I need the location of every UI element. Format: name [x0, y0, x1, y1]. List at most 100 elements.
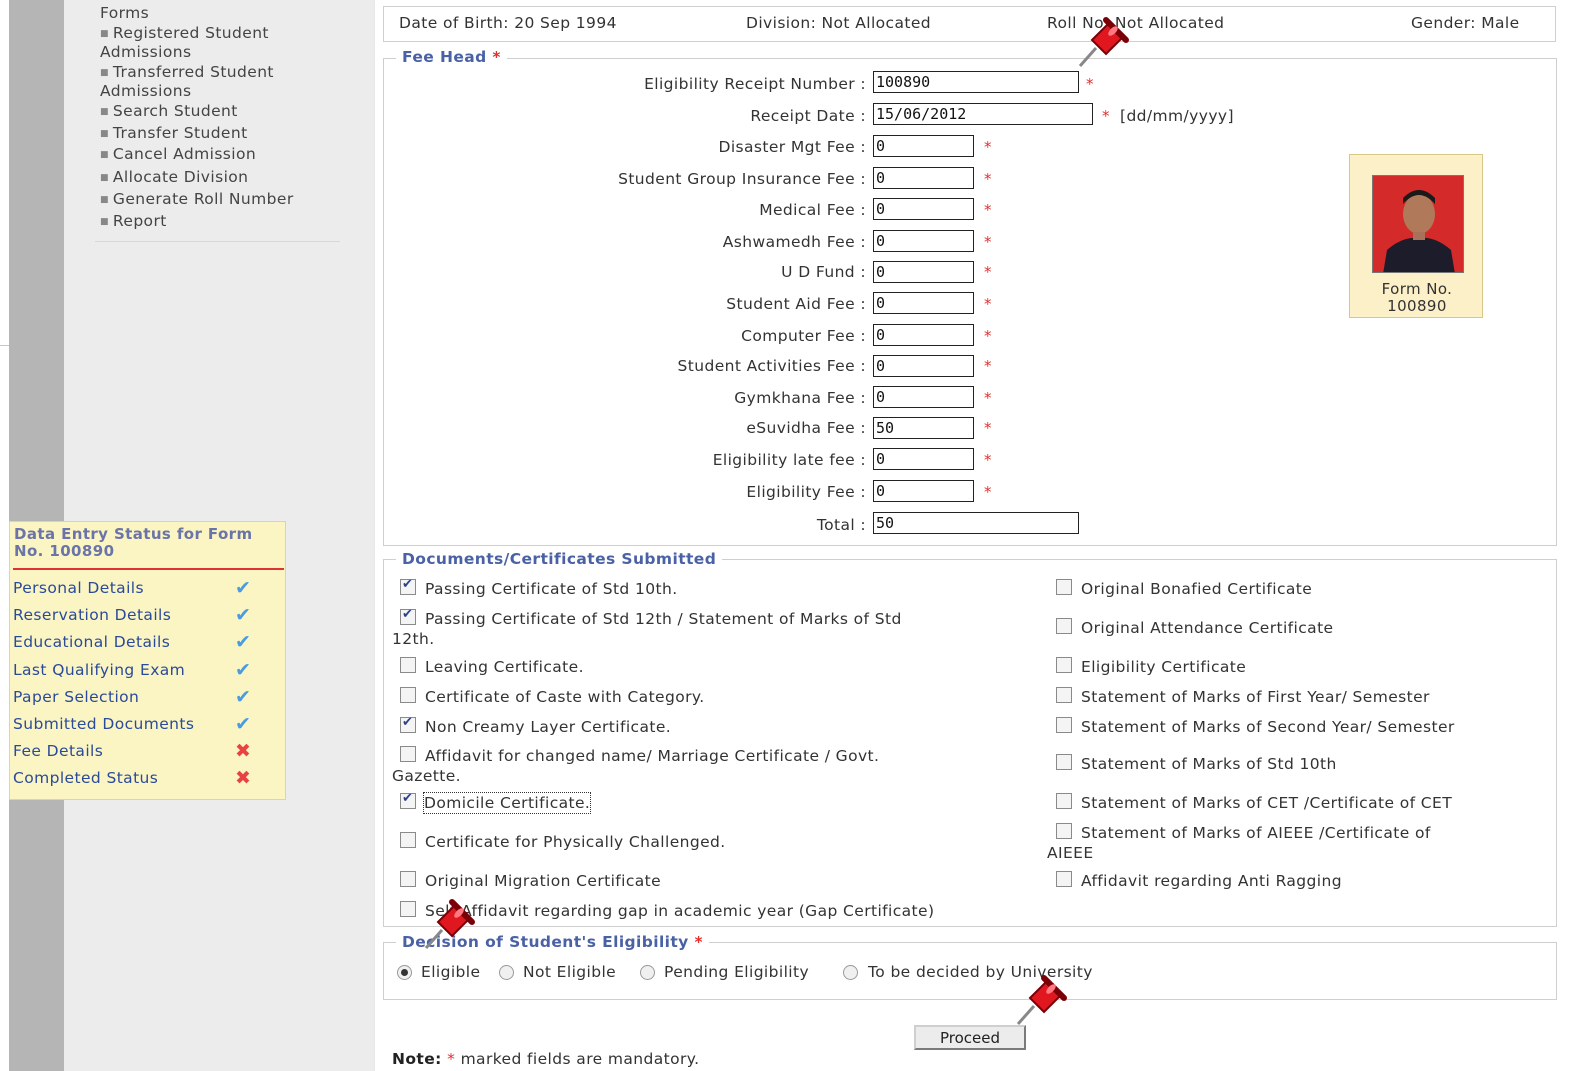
doc-label: Statement of Marks of Second Year/ Semes…	[1081, 718, 1455, 736]
sidebar-item-cancel-admission[interactable]: ■ Cancel Admission	[100, 145, 256, 165]
student-activities-fee-input[interactable]	[873, 355, 974, 377]
doc-checkbox-std10-marks[interactable]	[1056, 754, 1072, 770]
cross-icon: ✖	[235, 740, 252, 762]
sidebar-item-registered-student-admissions-line2[interactable]: Admissions	[100, 43, 191, 62]
student-info-bar: Date of Birth: 20 Sep 1994 Division: Not…	[383, 6, 1556, 42]
required-mark: *	[984, 327, 992, 345]
radio-pending-eligibility[interactable]	[640, 965, 655, 980]
doc-checkbox-leaving[interactable]	[400, 657, 416, 673]
photo-caption: Form No. 100890	[1381, 280, 1453, 315]
doc-checkbox-std12-passing[interactable]	[400, 607, 416, 625]
doc-checkbox-physically-challenged[interactable]	[400, 832, 416, 848]
doc-checkbox-gap-affidavit[interactable]	[400, 901, 416, 917]
ud-fund-input[interactable]	[873, 261, 974, 283]
doc-checkbox-migration[interactable]	[400, 871, 416, 887]
student-group-insurance-fee-input[interactable]	[873, 167, 974, 189]
status-panel-title: Data Entry Status for Form No. 100890	[14, 526, 253, 558]
doc-checkbox-aieee[interactable]	[1056, 823, 1072, 839]
doc-label: Passing Certificate of Std 12th / Statem…	[425, 610, 902, 628]
student-photo-card: Form No. 100890	[1349, 154, 1483, 318]
eligibility-fee-input[interactable]	[873, 480, 974, 502]
bullet-icon: ■	[100, 107, 109, 117]
doc-checkbox-cet[interactable]	[1056, 793, 1072, 809]
doc-checkbox-first-year-marks[interactable]	[1056, 687, 1072, 703]
doc-checkbox-eligibility[interactable]	[1056, 657, 1072, 673]
check-icon: ✔	[235, 686, 252, 708]
radio-eligible[interactable]	[397, 965, 412, 980]
doc-label: Certificate for Physically Challenged.	[425, 833, 726, 851]
radio-not-eligible[interactable]	[499, 965, 514, 980]
student-photo	[1372, 175, 1464, 273]
student-activities-fee-label: Student Activities Fee :	[677, 357, 866, 375]
doc-checkbox-second-year-marks[interactable]	[1056, 717, 1072, 733]
radio-label: Not Eligible	[523, 963, 617, 981]
status-row-personal-details[interactable]: Personal Details ✔	[13, 577, 283, 601]
required-mark: *	[1102, 107, 1110, 125]
doc-label: Original Bonafied Certificate	[1081, 580, 1313, 598]
doc-checkbox-bonafied[interactable]	[1056, 579, 1072, 595]
sidebar-item-registered-student-admissions[interactable]: ■ Registered Student	[100, 24, 269, 44]
bullet-icon: ■	[100, 150, 109, 160]
sidebar-item-allocate-division[interactable]: ■ Allocate Division	[100, 168, 248, 188]
date-format-hint: [dd/mm/yyyy]	[1120, 107, 1234, 125]
doc-label: Statement of Marks of CET /Certificate o…	[1081, 794, 1453, 812]
doc-checkbox-caste[interactable]	[400, 687, 416, 703]
pushpin-icon	[424, 899, 475, 949]
medical-fee-input[interactable]	[873, 198, 974, 220]
status-row-reservation-details[interactable]: Reservation Details ✔	[13, 604, 283, 628]
doc-label: Affidavit regarding Anti Ragging	[1081, 872, 1342, 890]
esuvidha-fee-label: eSuvidha Fee :	[746, 419, 866, 437]
doc-label: Leaving Certificate.	[425, 658, 584, 676]
sidebar-item-search-student[interactable]: ■ Search Student	[100, 102, 238, 122]
ashwamedh-fee-input[interactable]	[873, 230, 974, 252]
sidebar-item-transfer-student[interactable]: ■ Transfer Student	[100, 124, 248, 144]
gymkhana-fee-input[interactable]	[873, 386, 974, 408]
disaster-mgt-fee-input[interactable]	[873, 135, 974, 157]
doc-checkbox-domicile[interactable]	[400, 791, 416, 809]
total-input[interactable]	[873, 512, 1079, 534]
sidebar-item-transferred-student-admissions-line2[interactable]: Admissions	[100, 82, 191, 101]
sidebar-item-generate-roll-number[interactable]: ■ Generate Roll Number	[100, 190, 294, 210]
eligibility-receipt-number-input[interactable]	[873, 71, 1079, 93]
doc-label: Affidavit for changed name/ Marriage Cer…	[425, 747, 880, 765]
required-mark: *	[984, 263, 992, 281]
check-icon: ✔	[235, 631, 252, 653]
doc-label: Statement of Marks of First Year/ Semest…	[1081, 688, 1430, 706]
status-panel-divider	[13, 568, 284, 570]
proceed-button[interactable]: Proceed	[914, 1025, 1026, 1050]
doc-checkbox-anti-ragging[interactable]	[1056, 871, 1072, 887]
check-icon: ✔	[235, 604, 252, 626]
doc-checkbox-std10-passing[interactable]	[400, 577, 416, 595]
doc-checkbox-attendance[interactable]	[1056, 618, 1072, 634]
student-aid-fee-input[interactable]	[873, 292, 974, 314]
status-row-completed-status[interactable]: Completed Status ✖	[13, 767, 283, 791]
doc-checkbox-affidavit-name[interactable]	[400, 746, 416, 762]
sidebar-item-report[interactable]: ■ Report	[100, 212, 167, 232]
esuvidha-fee-input[interactable]	[873, 417, 974, 439]
radio-label: Pending Eligibility	[664, 963, 810, 981]
total-label: Total :	[816, 516, 866, 534]
doc-label: Certificate of Caste with Category.	[425, 688, 705, 706]
eligibility-late-fee-input[interactable]	[873, 448, 974, 470]
bullet-icon: ■	[100, 129, 109, 139]
doc-label: Passing Certificate of Std 10th.	[425, 580, 678, 598]
status-row-paper-selection[interactable]: Paper Selection ✔	[13, 686, 283, 710]
doc-label: Self Affidavit regarding gap in academic…	[425, 902, 935, 920]
radio-decided-by-university[interactable]	[843, 965, 858, 980]
pushpin-icon	[1078, 17, 1129, 67]
medical-fee-label: Medical Fee :	[759, 201, 866, 219]
sidebar-item-transferred-student-admissions[interactable]: ■ Transferred Student	[100, 63, 274, 83]
required-mark: *	[984, 170, 992, 188]
doc-label: Original Migration Certificate	[425, 872, 662, 890]
gender: Gender: Male	[1411, 14, 1520, 32]
status-row-educational-details[interactable]: Educational Details ✔	[13, 631, 283, 655]
bullet-icon: ■	[100, 217, 109, 227]
status-row-fee-details[interactable]: Fee Details ✖	[13, 740, 283, 764]
sidebar-item-forms[interactable]: Forms	[100, 4, 149, 23]
doc-checkbox-non-creamy[interactable]	[400, 715, 416, 733]
receipt-date-input[interactable]	[873, 103, 1093, 125]
doc-label: Statement of Marks of Std 10th	[1081, 755, 1337, 773]
status-row-last-qualifying-exam[interactable]: Last Qualifying Exam ✔	[13, 659, 283, 683]
computer-fee-input[interactable]	[873, 324, 974, 346]
status-row-submitted-documents[interactable]: Submitted Documents ✔	[13, 713, 283, 737]
